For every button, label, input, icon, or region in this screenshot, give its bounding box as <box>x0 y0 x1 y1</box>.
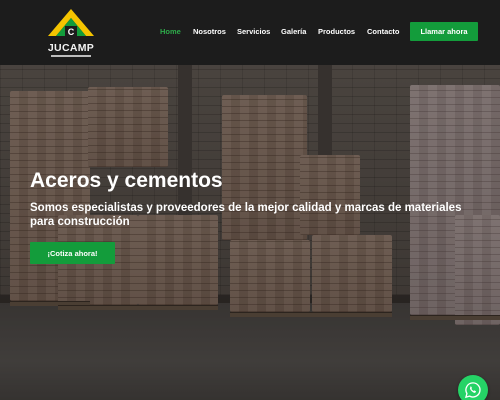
nav-nosotros[interactable]: Nosotros <box>193 27 226 36</box>
hero-banner: Aceros y cementos Somos especialistas y … <box>0 65 500 400</box>
nav-servicios[interactable]: Servicios <box>237 27 270 36</box>
site-header: C JUCAMP Home Nosotros Servicios Galería… <box>0 0 500 65</box>
brand-tagline-line <box>51 55 91 57</box>
quote-now-button[interactable]: ¡Cotiza ahora! <box>30 242 115 264</box>
nav-home[interactable]: Home <box>160 27 181 36</box>
whatsapp-button[interactable] <box>458 375 488 400</box>
hero-title: Aceros y cementos <box>30 169 223 192</box>
brand-name: JUCAMP <box>47 42 95 54</box>
whatsapp-icon <box>464 382 481 399</box>
nav-productos[interactable]: Productos <box>318 27 355 36</box>
nav-contacto[interactable]: Contacto <box>367 27 400 36</box>
hero-subtitle: Somos especialistas y proveedores de la … <box>30 202 462 228</box>
hero-overlay <box>0 65 500 400</box>
call-now-button[interactable]: Llamar ahora <box>410 22 478 41</box>
nav-galeria[interactable]: Galería <box>281 27 306 36</box>
